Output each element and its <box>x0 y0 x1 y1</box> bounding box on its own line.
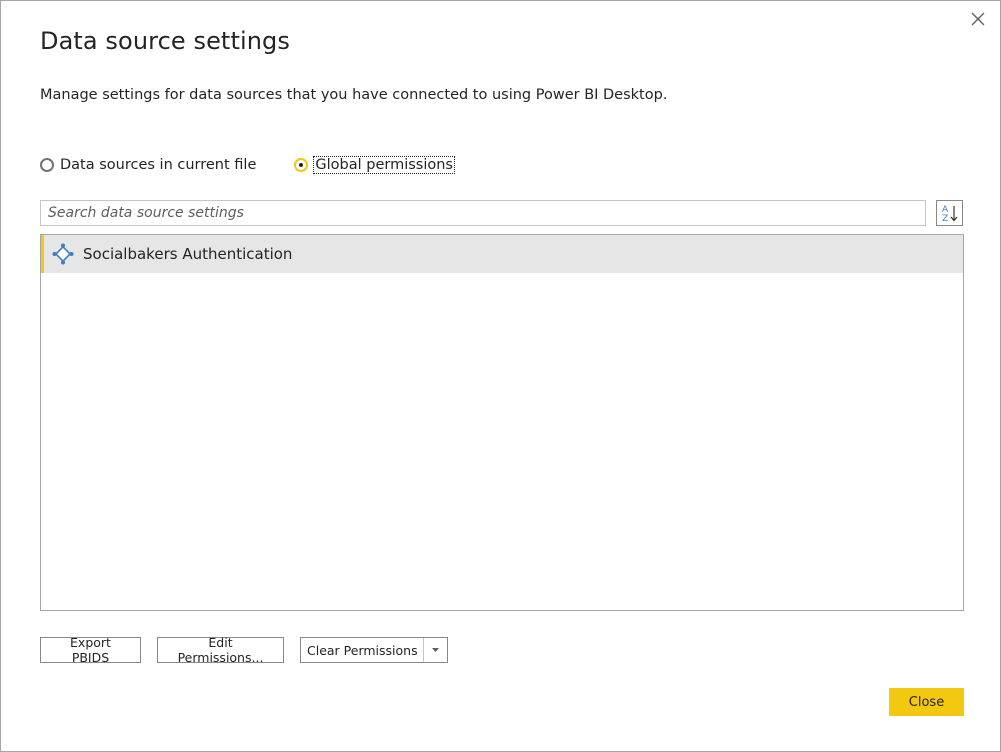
search-input[interactable] <box>40 200 926 226</box>
clear-permissions-split-button: Clear Permissions <box>300 637 448 663</box>
chevron-down-icon <box>431 648 439 652</box>
sort-a-z-icon: A Z <box>942 205 958 224</box>
radio-current-file-indicator[interactable] <box>40 158 54 172</box>
clear-permissions-dropdown[interactable] <box>424 638 447 662</box>
data-source-settings-dialog: Data source settings Manage settings for… <box>0 0 1001 752</box>
svg-text:Z: Z <box>942 214 948 224</box>
radio-current-file-label[interactable]: Data sources in current file <box>60 157 256 173</box>
list-item[interactable]: Socialbakers Authentication <box>41 235 963 273</box>
scope-radio-group: Data sources in current file Global perm… <box>40 156 455 174</box>
connector-icon <box>52 243 74 265</box>
radio-global-permissions-label[interactable]: Global permissions <box>313 156 455 174</box>
dialog-description: Manage settings for data sources that yo… <box>40 87 668 103</box>
edit-permissions-button[interactable]: Edit Permissions... <box>157 635 284 665</box>
sort-button[interactable]: A Z <box>936 200 963 226</box>
radio-global-permissions[interactable]: Global permissions <box>294 156 455 174</box>
clear-permissions-button[interactable]: Clear Permissions <box>301 638 424 662</box>
dialog-title: Data source settings <box>40 27 290 55</box>
data-source-label: Socialbakers Authentication <box>83 245 293 263</box>
export-pbids-button[interactable]: Export PBIDS <box>40 635 141 665</box>
radio-global-permissions-indicator[interactable] <box>294 158 309 172</box>
radio-current-file[interactable]: Data sources in current file <box>40 157 256 173</box>
data-source-list[interactable]: Socialbakers Authentication <box>40 234 964 611</box>
close-button[interactable]: Close <box>889 688 964 716</box>
close-icon[interactable] <box>969 10 987 28</box>
